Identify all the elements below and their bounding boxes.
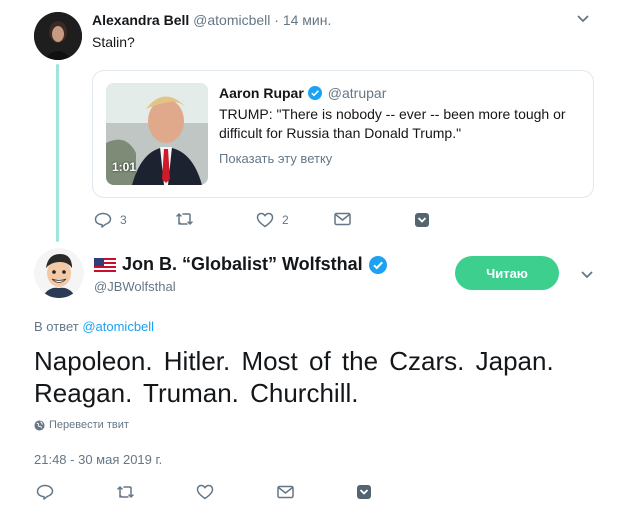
quoted-author-header: Aaron Rupar @atrupar [219, 85, 386, 101]
reply-tweet-text: Stalin? [92, 34, 135, 50]
verified-badge-icon [307, 86, 322, 100]
bookmark-icon [414, 212, 430, 228]
reply-time-ago[interactable]: · 14 мин. [274, 12, 331, 28]
envelope-icon [334, 212, 351, 226]
following-button[interactable]: Читаю [455, 256, 559, 290]
tweet-timestamp[interactable]: 21:48 - 30 мая 2019 г. [34, 452, 162, 467]
envelope-icon [277, 485, 294, 499]
save-tweet-action[interactable] [356, 484, 372, 500]
quoted-author-handle[interactable]: @atrupar [328, 85, 387, 101]
retweet-action[interactable] [116, 485, 136, 499]
translate-label: Перевести твит [49, 419, 129, 431]
bookmark-icon [356, 484, 372, 500]
thread-connector-line [56, 64, 59, 242]
main-author-name[interactable]: Jon B. “Globalist” Wolfsthal [122, 254, 363, 275]
comment-icon [94, 212, 112, 228]
reply-to-handle-link[interactable]: @atomicbell [82, 319, 154, 334]
comment-icon [36, 484, 54, 500]
like-count: 2 [282, 213, 289, 227]
reply-author-avatar[interactable] [34, 12, 82, 60]
retweet-action[interactable] [175, 212, 195, 226]
direct-message-action[interactable] [334, 212, 351, 226]
reply-count: 3 [120, 213, 127, 227]
heart-icon [256, 212, 274, 228]
main-author-avatar[interactable] [34, 248, 84, 298]
us-flag-icon [94, 257, 116, 272]
main-author-header: Jon B. “Globalist” Wolfsthal [94, 254, 387, 275]
retweet-icon [175, 212, 195, 226]
chevron-down-icon[interactable] [576, 14, 590, 24]
like-action[interactable] [196, 484, 214, 500]
main-tweet-text: Napoleon. Hitler. Most of the Czars. Jap… [34, 346, 554, 408]
retweet-icon [116, 485, 136, 499]
direct-message-action[interactable] [277, 485, 294, 499]
reply-author-name[interactable]: Alexandra Bell [92, 12, 189, 28]
globe-icon [34, 419, 45, 431]
save-tweet-action[interactable] [414, 212, 430, 228]
like-action[interactable]: 2 [256, 212, 289, 228]
reply-author-header: Alexandra Bell @atomicbell · 14 мин. [92, 12, 331, 28]
video-duration: 1:01 [112, 160, 137, 174]
reply-to-line: В ответ @atomicbell [34, 319, 154, 334]
quoted-author-name[interactable]: Aaron Rupar [219, 85, 304, 101]
chevron-down-icon[interactable] [580, 270, 594, 280]
reply-author-handle[interactable]: @atomicbell [193, 12, 270, 28]
show-thread-link[interactable]: Показать эту ветку [219, 151, 332, 166]
reply-action[interactable]: 3 [94, 212, 127, 228]
quoted-tweet-text: TRUMP: "There is nobody -- ever -- been … [219, 106, 566, 141]
main-author-handle[interactable]: @JBWolfsthal [94, 279, 176, 294]
reply-action[interactable] [36, 484, 54, 500]
heart-icon [196, 484, 214, 500]
reply-to-prefix: В ответ [34, 319, 79, 334]
verified-badge-icon [368, 255, 387, 274]
translate-tweet-link[interactable]: Перевести твит [34, 419, 129, 431]
